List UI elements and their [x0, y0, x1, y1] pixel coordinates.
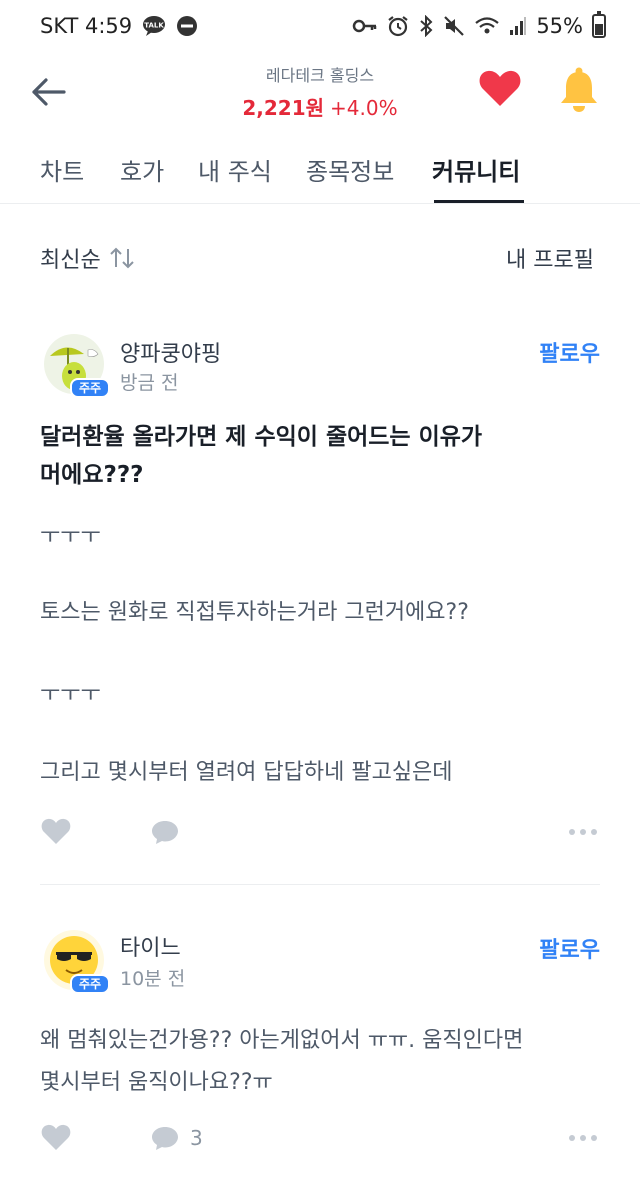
avatar[interactable]: 주주: [44, 930, 110, 994]
notification-button[interactable]: [556, 66, 602, 114]
avatar[interactable]: 주주: [44, 334, 110, 398]
tab-stock-info[interactable]: 종목정보: [306, 152, 394, 187]
bluetooth-icon: [420, 15, 433, 37]
kakaotalk-icon: TALK: [143, 16, 166, 36]
post-body-line: ㅜㅜㅜ: [40, 682, 101, 707]
favorite-button[interactable]: [478, 68, 522, 112]
post-body-line[interactable]: 몇시부터 움직이나요??ㅠ: [40, 1064, 610, 1096]
stock-change: +4.0%: [330, 96, 398, 120]
post-title-line: 머에요???: [40, 462, 144, 488]
sort-label: 최신순: [40, 248, 101, 273]
carrier-time: SKT 4:59: [40, 14, 133, 38]
stock-info: 레다테크 홀딩스 2,221원 +4.0%: [170, 62, 470, 121]
battery-percent: 55%: [536, 14, 583, 38]
post-time: 10분 전: [120, 968, 186, 990]
post-body-line: 그리고 몇시부터 열려여 답답하네 팔고싶은데: [40, 760, 453, 785]
like-button[interactable]: [40, 816, 74, 848]
tab-chart[interactable]: 차트: [40, 152, 84, 187]
back-button[interactable]: [24, 70, 72, 114]
battery-icon: [592, 11, 606, 38]
my-profile-button[interactable]: 내 프로필: [506, 242, 594, 274]
comment-icon: [152, 1127, 178, 1150]
post-body-line: ㅜㅜㅜ: [40, 524, 101, 549]
key-icon: [353, 19, 377, 33]
stock-header: 레다테크 홀딩스 2,221원 +4.0%: [0, 56, 640, 128]
comment-button[interactable]: 3: [150, 1122, 203, 1154]
post-title-line: 달러환율 올라가면 제 수익이 줄어드는 이유가: [40, 424, 483, 450]
post-body-line[interactable]: 왜 멈춰있는건가용?? 아는게없어서 ㅠㅠ. 움직인다면: [40, 1022, 610, 1054]
post-body-line: 토스는 원화로 직접투자하는거라 그런거에요??: [40, 600, 469, 625]
mute-icon: [444, 16, 465, 36]
post-time: 방금 전: [120, 372, 179, 394]
bell-icon: [561, 67, 597, 112]
heart-outline-icon: [41, 818, 71, 844]
post-card: 주주 타이느 10분 전 팔로우 왜 멈춰있는건가용?? 아는게없어서 ㅠㅠ. …: [0, 926, 640, 1166]
more-dots-icon: [569, 1135, 597, 1141]
sort-button[interactable]: 최신순: [40, 242, 135, 274]
stock-price-row: 2,221원 +4.0%: [170, 92, 470, 121]
follow-button[interactable]: 팔로우: [539, 336, 600, 368]
heart-icon: [479, 70, 521, 106]
sort-arrows-icon: [110, 247, 134, 269]
post-title[interactable]: 달러환율 올라가면 제 수익이 줄어드는 이유가 머에요???: [40, 418, 600, 494]
stock-name: 레다테크 홀딩스: [265, 66, 375, 85]
tab-orderbook[interactable]: 호가: [120, 152, 164, 187]
tab-bar: 차트 호가 내 주식 종목정보 커뮤니티: [0, 140, 640, 204]
sort-row: 최신순 내 프로필: [0, 236, 640, 280]
like-button[interactable]: [40, 1122, 74, 1154]
heart-outline-icon: [41, 1124, 71, 1150]
stock-price: 2,221원: [242, 96, 325, 120]
wifi-icon: [475, 17, 500, 34]
tab-my-stock[interactable]: 내 주식: [198, 152, 272, 187]
alarm-icon: [388, 16, 408, 37]
comment-count: 3: [190, 1126, 203, 1150]
more-dots-icon: [569, 829, 597, 835]
shareholder-badge: 주주: [70, 378, 110, 398]
do-not-disturb-icon: [177, 16, 198, 36]
more-button[interactable]: [568, 824, 598, 840]
post-username[interactable]: 양파쿵야핑: [120, 336, 221, 368]
shareholder-badge: 주주: [70, 974, 110, 994]
post-actions: 3: [40, 1122, 600, 1162]
tab-community[interactable]: 커뮤니티: [432, 152, 520, 187]
post-actions: [40, 816, 600, 856]
status-bar: SKT 4:59 TALK 55%: [0, 0, 640, 56]
post-card: 주주 양파쿵야핑 방금 전 팔로우 달러환율 올라가면 제 수익이 줄어드는 이…: [0, 330, 640, 870]
post-username[interactable]: 타이느: [120, 930, 181, 962]
follow-button[interactable]: 팔로우: [539, 932, 600, 964]
comment-icon: [152, 821, 178, 844]
post-divider: [40, 884, 600, 885]
back-arrow-icon: [32, 78, 66, 106]
more-button[interactable]: [568, 1130, 598, 1146]
svg-text:TALK: TALK: [144, 22, 164, 30]
battery-level: [595, 24, 603, 35]
active-tab-indicator: [434, 200, 524, 203]
comment-button[interactable]: [150, 816, 180, 848]
signal-icon: [510, 17, 527, 35]
